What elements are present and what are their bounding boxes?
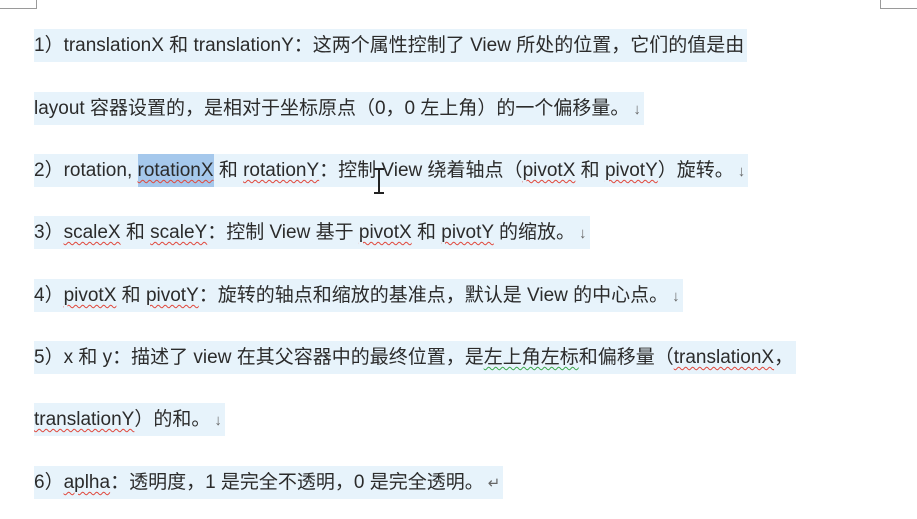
paragraph-4[interactable]: 4）pivotX 和 pivotY：旋转的轴点和缩放的基准点，默认是 View … (34, 279, 683, 312)
selected-text[interactable]: rotationX (137, 154, 214, 187)
paragraph-1-line-1[interactable]: 1）translationX 和 translationY：这两个属性控制了 V… (34, 29, 748, 62)
spellcheck-word[interactable]: pivotX (359, 222, 412, 243)
paragraph-text: 5）x 和 y：描述了 view 在其父容器中的最终位置，是左上角左标和偏移量（… (34, 341, 797, 374)
paragraph-text: 6）aplha：透明度，1 是完全不透明，0 是完全透明。 ↵ (34, 466, 504, 499)
paragraph-2[interactable]: 2）rotation, rotationX 和 rotationY：控制 Vie… (34, 154, 749, 187)
paragraph-mark: ↓ (737, 163, 746, 180)
paragraph-text: 2）rotation, rotationX 和 rotationY：控制 Vie… (34, 154, 749, 187)
spellcheck-word[interactable]: pivotY (605, 160, 658, 181)
paragraph-text: 3）scaleX 和 scaleY：控制 View 基于 pivotX 和 pi… (34, 216, 590, 249)
text-cursor-icon (373, 168, 385, 194)
spellcheck-word[interactable]: scaleY (150, 222, 207, 243)
spellcheck-word[interactable]: translationY (34, 409, 134, 430)
paragraph-mark: ↓ (672, 288, 680, 305)
grammar-check-phrase[interactable]: 左上角左标 (484, 347, 579, 368)
spellcheck-word[interactable]: translationX (674, 347, 774, 368)
paragraph-text: 1）translationX 和 translationY：这两个属性控制了 V… (34, 29, 748, 62)
page-corner-mark-left (0, 0, 37, 9)
paragraph-3[interactable]: 3）scaleX 和 scaleY：控制 View 基于 pivotX 和 pi… (34, 216, 590, 249)
paragraph-5-line-1[interactable]: 5）x 和 y：描述了 view 在其父容器中的最终位置，是左上角左标和偏移量（… (34, 341, 797, 374)
spellcheck-word[interactable]: pivotX (523, 160, 576, 181)
paragraph-text: 4）pivotX 和 pivotY：旋转的轴点和缩放的基准点，默认是 View … (34, 279, 683, 312)
spellcheck-word[interactable]: rotationY (243, 160, 319, 181)
spellcheck-word[interactable]: pivotY (441, 222, 493, 243)
paragraph-mark: ↓ (633, 101, 641, 118)
paragraph-1-line-2[interactable]: layout 容器设置的，是相对于坐标原点（0，0 左上角）的一个偏移量。 ↓ (34, 92, 644, 125)
spellcheck-word[interactable]: aplha (64, 472, 111, 493)
spellcheck-word[interactable]: pivotY (146, 285, 199, 306)
paragraph-mark: ↓ (214, 412, 222, 429)
paragraph-6[interactable]: 6）aplha：透明度，1 是完全不透明，0 是完全透明。 ↵ (34, 466, 504, 499)
spellcheck-word[interactable]: scaleX (64, 222, 121, 243)
paragraph-mark: ↓ (579, 225, 587, 242)
paragraph-text: translationY）的和。 ↓ (34, 403, 225, 436)
page-corner-mark-right (880, 0, 917, 9)
paragraph-text: layout 容器设置的，是相对于坐标原点（0，0 左上角）的一个偏移量。 ↓ (34, 92, 644, 125)
paragraph-mark: ↵ (487, 475, 501, 492)
spellcheck-word[interactable]: pivotX (64, 285, 117, 306)
paragraph-5-line-2[interactable]: translationY）的和。 ↓ (34, 403, 225, 436)
